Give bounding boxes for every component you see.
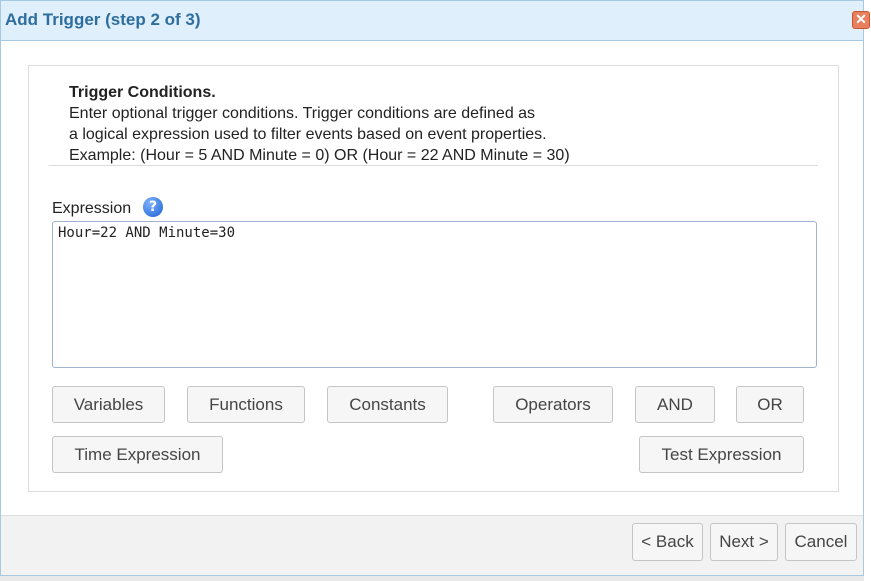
trigger-conditions-info: Trigger Conditions. Enter optional trigg… <box>69 82 570 166</box>
back-button[interactable]: < Back <box>632 523 703 561</box>
close-icon[interactable]: ✕ <box>852 11 870 29</box>
info-line-2: a logical expression used to filter even… <box>69 126 547 143</box>
dialog-titlebar[interactable]: Add Trigger (step 2 of 3) ✕ <box>1 1 870 41</box>
expression-label: Expression <box>52 200 132 217</box>
dialog-shadow <box>0 576 864 581</box>
trigger-conditions-panel: Trigger Conditions. Enter optional trigg… <box>28 65 839 492</box>
next-button[interactable]: Next > <box>710 523 778 561</box>
test-expression-button[interactable]: Test Expression <box>639 436 804 473</box>
constants-button[interactable]: Constants <box>327 386 448 423</box>
time-expression-button[interactable]: Time Expression <box>52 436 223 473</box>
add-trigger-dialog: Add Trigger (step 2 of 3) ✕ Trigger Cond… <box>0 0 870 576</box>
cancel-button[interactable]: Cancel <box>785 523 857 561</box>
expression-input[interactable]: Hour=22 AND Minute=30 <box>52 221 817 368</box>
dialog-title: Add Trigger (step 2 of 3) <box>5 10 201 29</box>
info-example: Example: (Hour = 5 AND Minute = 0) OR (H… <box>69 147 570 164</box>
or-button[interactable]: OR <box>736 386 804 423</box>
help-icon[interactable]: ? <box>143 197 163 217</box>
dialog-footer: < Back Next > Cancel <box>1 515 863 575</box>
divider <box>49 165 818 166</box>
section-heading: Trigger Conditions. <box>69 84 216 101</box>
variables-button[interactable]: Variables <box>52 386 165 423</box>
operators-button[interactable]: Operators <box>493 386 613 423</box>
and-button[interactable]: AND <box>635 386 715 423</box>
functions-button[interactable]: Functions <box>187 386 305 423</box>
info-line-1: Enter optional trigger conditions. Trigg… <box>69 105 536 122</box>
